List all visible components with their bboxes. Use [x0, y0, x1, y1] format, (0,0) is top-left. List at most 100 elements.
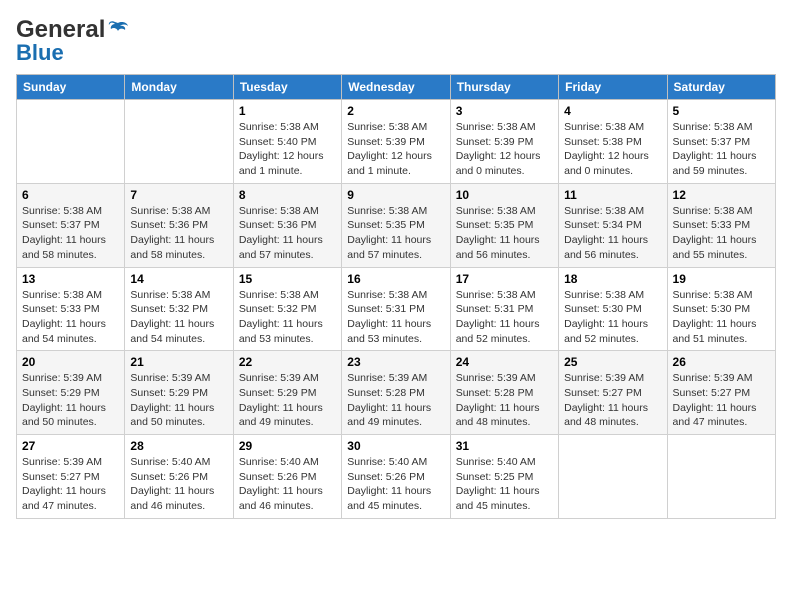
day-info: Sunrise: 5:38 AMSunset: 5:39 PMDaylight:…: [456, 121, 541, 177]
day-number: 29: [239, 439, 336, 453]
calendar-week-row: 13 Sunrise: 5:38 AMSunset: 5:33 PMDaylig…: [17, 267, 776, 351]
day-info: Sunrise: 5:40 AMSunset: 5:25 PMDaylight:…: [456, 456, 540, 512]
day-info: Sunrise: 5:38 AMSunset: 5:30 PMDaylight:…: [673, 289, 757, 345]
calendar-cell: 11 Sunrise: 5:38 AMSunset: 5:34 PMDaylig…: [559, 183, 667, 267]
day-number: 1: [239, 104, 336, 118]
calendar-table: SundayMondayTuesdayWednesdayThursdayFrid…: [16, 74, 776, 519]
calendar-cell: 30 Sunrise: 5:40 AMSunset: 5:26 PMDaylig…: [342, 435, 450, 519]
calendar-cell: 13 Sunrise: 5:38 AMSunset: 5:33 PMDaylig…: [17, 267, 125, 351]
weekday-header-friday: Friday: [559, 75, 667, 100]
calendar-cell: 25 Sunrise: 5:39 AMSunset: 5:27 PMDaylig…: [559, 351, 667, 435]
weekday-header-thursday: Thursday: [450, 75, 558, 100]
day-info: Sunrise: 5:38 AMSunset: 5:38 PMDaylight:…: [564, 121, 649, 177]
calendar-cell: 15 Sunrise: 5:38 AMSunset: 5:32 PMDaylig…: [233, 267, 341, 351]
calendar-cell: 14 Sunrise: 5:38 AMSunset: 5:32 PMDaylig…: [125, 267, 233, 351]
day-info: Sunrise: 5:38 AMSunset: 5:36 PMDaylight:…: [239, 205, 323, 261]
calendar-cell: 16 Sunrise: 5:38 AMSunset: 5:31 PMDaylig…: [342, 267, 450, 351]
day-info: Sunrise: 5:39 AMSunset: 5:27 PMDaylight:…: [564, 372, 648, 428]
calendar-cell: 4 Sunrise: 5:38 AMSunset: 5:38 PMDayligh…: [559, 100, 667, 184]
calendar-cell: 31 Sunrise: 5:40 AMSunset: 5:25 PMDaylig…: [450, 435, 558, 519]
day-number: 16: [347, 272, 444, 286]
day-number: 4: [564, 104, 661, 118]
calendar-cell: 21 Sunrise: 5:39 AMSunset: 5:29 PMDaylig…: [125, 351, 233, 435]
day-number: 30: [347, 439, 444, 453]
day-info: Sunrise: 5:39 AMSunset: 5:27 PMDaylight:…: [22, 456, 106, 512]
calendar-cell: 26 Sunrise: 5:39 AMSunset: 5:27 PMDaylig…: [667, 351, 775, 435]
weekday-header-wednesday: Wednesday: [342, 75, 450, 100]
weekday-header-monday: Monday: [125, 75, 233, 100]
day-info: Sunrise: 5:38 AMSunset: 5:31 PMDaylight:…: [347, 289, 431, 345]
logo: General Blue: [16, 16, 129, 66]
day-number: 20: [22, 355, 119, 369]
day-number: 2: [347, 104, 444, 118]
calendar-week-row: 1 Sunrise: 5:38 AMSunset: 5:40 PMDayligh…: [17, 100, 776, 184]
calendar-cell: [559, 435, 667, 519]
day-number: 10: [456, 188, 553, 202]
page-header: General Blue: [16, 16, 776, 66]
day-info: Sunrise: 5:38 AMSunset: 5:40 PMDaylight:…: [239, 121, 324, 177]
weekday-header-saturday: Saturday: [667, 75, 775, 100]
day-number: 12: [673, 188, 770, 202]
day-info: Sunrise: 5:38 AMSunset: 5:32 PMDaylight:…: [130, 289, 214, 345]
day-number: 17: [456, 272, 553, 286]
weekday-header-sunday: Sunday: [17, 75, 125, 100]
calendar-cell: 23 Sunrise: 5:39 AMSunset: 5:28 PMDaylig…: [342, 351, 450, 435]
day-info: Sunrise: 5:39 AMSunset: 5:27 PMDaylight:…: [673, 372, 757, 428]
day-info: Sunrise: 5:40 AMSunset: 5:26 PMDaylight:…: [347, 456, 431, 512]
day-info: Sunrise: 5:38 AMSunset: 5:33 PMDaylight:…: [22, 289, 106, 345]
logo-bird-icon: [107, 19, 129, 41]
calendar-cell: 12 Sunrise: 5:38 AMSunset: 5:33 PMDaylig…: [667, 183, 775, 267]
calendar-cell: 5 Sunrise: 5:38 AMSunset: 5:37 PMDayligh…: [667, 100, 775, 184]
day-info: Sunrise: 5:39 AMSunset: 5:28 PMDaylight:…: [347, 372, 431, 428]
calendar-cell: 3 Sunrise: 5:38 AMSunset: 5:39 PMDayligh…: [450, 100, 558, 184]
day-number: 7: [130, 188, 227, 202]
day-number: 11: [564, 188, 661, 202]
day-number: 28: [130, 439, 227, 453]
day-info: Sunrise: 5:39 AMSunset: 5:29 PMDaylight:…: [130, 372, 214, 428]
day-info: Sunrise: 5:38 AMSunset: 5:34 PMDaylight:…: [564, 205, 648, 261]
day-number: 6: [22, 188, 119, 202]
calendar-week-row: 6 Sunrise: 5:38 AMSunset: 5:37 PMDayligh…: [17, 183, 776, 267]
calendar-cell: 9 Sunrise: 5:38 AMSunset: 5:35 PMDayligh…: [342, 183, 450, 267]
day-info: Sunrise: 5:38 AMSunset: 5:33 PMDaylight:…: [673, 205, 757, 261]
day-info: Sunrise: 5:40 AMSunset: 5:26 PMDaylight:…: [130, 456, 214, 512]
day-number: 24: [456, 355, 553, 369]
calendar-cell: 24 Sunrise: 5:39 AMSunset: 5:28 PMDaylig…: [450, 351, 558, 435]
day-info: Sunrise: 5:38 AMSunset: 5:36 PMDaylight:…: [130, 205, 214, 261]
day-number: 25: [564, 355, 661, 369]
day-number: 15: [239, 272, 336, 286]
day-info: Sunrise: 5:38 AMSunset: 5:37 PMDaylight:…: [673, 121, 757, 177]
calendar-cell: 17 Sunrise: 5:38 AMSunset: 5:31 PMDaylig…: [450, 267, 558, 351]
weekday-header-tuesday: Tuesday: [233, 75, 341, 100]
calendar-cell: 19 Sunrise: 5:38 AMSunset: 5:30 PMDaylig…: [667, 267, 775, 351]
day-number: 31: [456, 439, 553, 453]
day-info: Sunrise: 5:39 AMSunset: 5:28 PMDaylight:…: [456, 372, 540, 428]
calendar-cell: 28 Sunrise: 5:40 AMSunset: 5:26 PMDaylig…: [125, 435, 233, 519]
calendar-cell: 1 Sunrise: 5:38 AMSunset: 5:40 PMDayligh…: [233, 100, 341, 184]
day-number: 14: [130, 272, 227, 286]
day-number: 21: [130, 355, 227, 369]
day-number: 27: [22, 439, 119, 453]
day-info: Sunrise: 5:38 AMSunset: 5:39 PMDaylight:…: [347, 121, 432, 177]
weekday-header-row: SundayMondayTuesdayWednesdayThursdayFrid…: [17, 75, 776, 100]
day-info: Sunrise: 5:39 AMSunset: 5:29 PMDaylight:…: [22, 372, 106, 428]
calendar-cell: 22 Sunrise: 5:39 AMSunset: 5:29 PMDaylig…: [233, 351, 341, 435]
day-number: 26: [673, 355, 770, 369]
day-number: 13: [22, 272, 119, 286]
day-number: 23: [347, 355, 444, 369]
day-info: Sunrise: 5:39 AMSunset: 5:29 PMDaylight:…: [239, 372, 323, 428]
day-info: Sunrise: 5:38 AMSunset: 5:31 PMDaylight:…: [456, 289, 540, 345]
calendar-cell: 20 Sunrise: 5:39 AMSunset: 5:29 PMDaylig…: [17, 351, 125, 435]
calendar-cell: [125, 100, 233, 184]
day-info: Sunrise: 5:38 AMSunset: 5:30 PMDaylight:…: [564, 289, 648, 345]
calendar-week-row: 20 Sunrise: 5:39 AMSunset: 5:29 PMDaylig…: [17, 351, 776, 435]
day-number: 22: [239, 355, 336, 369]
day-number: 5: [673, 104, 770, 118]
calendar-week-row: 27 Sunrise: 5:39 AMSunset: 5:27 PMDaylig…: [17, 435, 776, 519]
calendar-cell: 29 Sunrise: 5:40 AMSunset: 5:26 PMDaylig…: [233, 435, 341, 519]
day-info: Sunrise: 5:38 AMSunset: 5:35 PMDaylight:…: [456, 205, 540, 261]
day-number: 8: [239, 188, 336, 202]
day-info: Sunrise: 5:40 AMSunset: 5:26 PMDaylight:…: [239, 456, 323, 512]
logo-blue: Blue: [16, 40, 64, 66]
calendar-cell: [667, 435, 775, 519]
